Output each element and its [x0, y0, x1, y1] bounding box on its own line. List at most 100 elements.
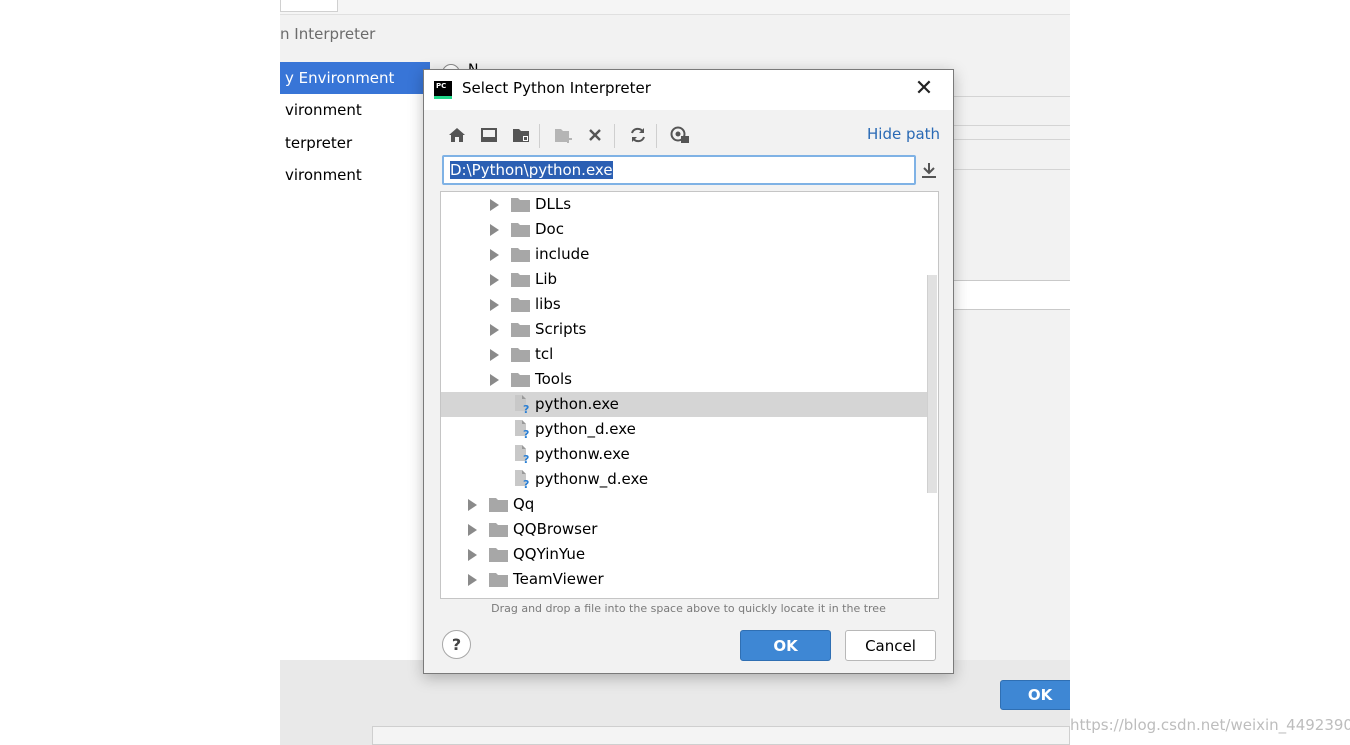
show-hidden-icon[interactable]	[667, 122, 693, 148]
tree-folder-row[interactable]: QQBrowser	[441, 517, 927, 542]
toolbar-separator	[656, 124, 657, 148]
folder-icon	[511, 248, 530, 262]
expand-arrow-icon[interactable]	[490, 224, 499, 236]
unknown-file-icon: ?	[515, 445, 529, 464]
expand-arrow-icon[interactable]	[468, 524, 477, 536]
svg-text:?: ?	[523, 428, 529, 439]
tree-folder-row[interactable]: QQYinYue	[441, 542, 927, 567]
folder-icon	[489, 498, 508, 512]
ok-button[interactable]: OK	[740, 630, 831, 661]
tree-item-label: python_d.exe	[535, 420, 636, 438]
unknown-file-icon: ?	[515, 470, 529, 489]
home-icon[interactable]	[444, 122, 470, 148]
tree-folder-row[interactable]: TeamViewer	[441, 567, 927, 592]
folder-icon	[511, 198, 530, 212]
background-top-strip	[280, 0, 1070, 15]
tree-item-label: DLLs	[535, 195, 572, 213]
tree-item-label: Lib	[535, 270, 558, 288]
tree-vertical-scrollbar[interactable]	[927, 275, 937, 493]
nav-item-system-interpreter[interactable]: terpreter	[280, 127, 430, 159]
svg-text:?: ?	[523, 453, 529, 464]
tree-item-label: libs	[535, 295, 561, 313]
pycharm-logo-icon: PC	[434, 81, 452, 99]
tree-file-row[interactable]: ? pythonw_d.exe	[441, 467, 927, 492]
svg-text:?: ?	[523, 478, 529, 489]
unknown-file-icon: ?	[515, 420, 529, 439]
folder-icon	[511, 298, 530, 312]
path-input[interactable]: D:\Python\python.exe	[442, 155, 916, 185]
background-tab	[280, 0, 338, 12]
tree-folder-row[interactable]: tcl	[441, 342, 927, 367]
watermark: https://blog.csdn.net/weixin_44923902	[1070, 716, 1350, 734]
tree-folder-row[interactable]: libs	[441, 292, 927, 317]
folder-icon	[511, 373, 530, 387]
tree-item-label: python.exe	[535, 395, 619, 413]
project-folder-icon[interactable]	[508, 122, 534, 148]
expand-arrow-icon[interactable]	[468, 499, 477, 511]
file-chooser-toolbar: Hide path	[442, 122, 942, 150]
tree-file-row[interactable]: ? python_d.exe	[441, 417, 927, 442]
tree-folder-row[interactable]: Scripts	[441, 317, 927, 342]
tree-item-label: tcl	[535, 345, 554, 363]
nav-item-pipenv-environment[interactable]: vironment	[280, 159, 430, 191]
tree-item-label: Qq	[513, 495, 535, 513]
tree-folder-row[interactable]: Doc	[441, 217, 927, 242]
expand-arrow-icon[interactable]	[490, 274, 499, 286]
tree-file-row[interactable]: ? pythonw.exe	[441, 442, 927, 467]
folder-icon	[511, 273, 530, 287]
tree-item-label: TeamViewer	[513, 570, 604, 588]
expand-arrow-icon[interactable]	[490, 349, 499, 361]
folder-icon	[511, 223, 530, 237]
drag-drop-hint: Drag and drop a file into the space abov…	[491, 602, 886, 615]
toolbar-separator	[614, 124, 615, 148]
folder-icon	[489, 573, 508, 587]
refresh-icon[interactable]	[625, 122, 651, 148]
expand-arrow-icon[interactable]	[468, 574, 477, 586]
folder-icon	[511, 348, 530, 362]
help-button[interactable]: ?	[442, 630, 471, 659]
tree-folder-row[interactable]: DLLs	[441, 192, 927, 217]
background-dialog-title: n Interpreter	[280, 25, 376, 43]
tree-item-label: Tools	[535, 370, 572, 388]
nav-item-conda-environment[interactable]: vironment	[280, 94, 430, 126]
folder-icon	[511, 323, 530, 337]
tree-file-row[interactable]: ? python.exe	[441, 392, 927, 417]
unknown-file-icon: ?	[515, 395, 529, 414]
background-environment-list: y Environment vironment terpreter vironm…	[280, 62, 430, 660]
expand-arrow-icon[interactable]	[490, 299, 499, 311]
download-icon[interactable]	[918, 158, 940, 182]
expand-arrow-icon[interactable]	[490, 249, 499, 261]
tree-item-label: pythonw.exe	[535, 445, 630, 463]
tree-item-label: Doc	[535, 220, 564, 238]
svg-text:?: ?	[523, 403, 529, 414]
close-icon[interactable]: ✕	[912, 78, 936, 102]
tree-folder-row[interactable]: Tools	[441, 367, 927, 392]
toolbar-separator	[539, 124, 540, 148]
horizontal-scrollbar[interactable]	[372, 726, 1070, 745]
cancel-button[interactable]: Cancel	[845, 630, 936, 661]
expand-arrow-icon[interactable]	[468, 549, 477, 561]
tree-folder-row[interactable]: include	[441, 242, 927, 267]
desktop-icon[interactable]	[476, 122, 502, 148]
folder-icon	[489, 548, 508, 562]
expand-arrow-icon[interactable]	[490, 374, 499, 386]
path-input-value: D:\Python\python.exe	[450, 161, 613, 179]
tree-folder-row[interactable]: Lib	[441, 267, 927, 292]
hide-path-link[interactable]: Hide path	[867, 125, 940, 143]
folder-icon	[489, 523, 508, 537]
tree-item-label: QQBrowser	[513, 520, 598, 538]
tree-item-label: QQYinYue	[513, 545, 586, 563]
dialog-title-bar: PC Select Python Interpreter ✕	[424, 70, 953, 110]
expand-arrow-icon[interactable]	[490, 324, 499, 336]
tree-folder-row[interactable]: Qq	[441, 492, 927, 517]
select-python-interpreter-dialog: PC Select Python Interpreter ✕ Hide path	[423, 69, 954, 674]
tree-item-label: pythonw_d.exe	[535, 470, 649, 488]
new-folder-icon[interactable]	[550, 122, 576, 148]
delete-icon[interactable]	[582, 122, 608, 148]
background-ok-button[interactable]: OK	[1000, 680, 1070, 710]
nav-item-virtualenv-environment[interactable]: y Environment	[280, 62, 430, 94]
tree-item-label: Scripts	[535, 320, 587, 338]
expand-arrow-icon[interactable]	[490, 199, 499, 211]
file-tree[interactable]: DLLs Doc include Lib libs Scripts tcl Tools? pyt…	[440, 191, 939, 599]
tree-item-label: include	[535, 245, 590, 263]
